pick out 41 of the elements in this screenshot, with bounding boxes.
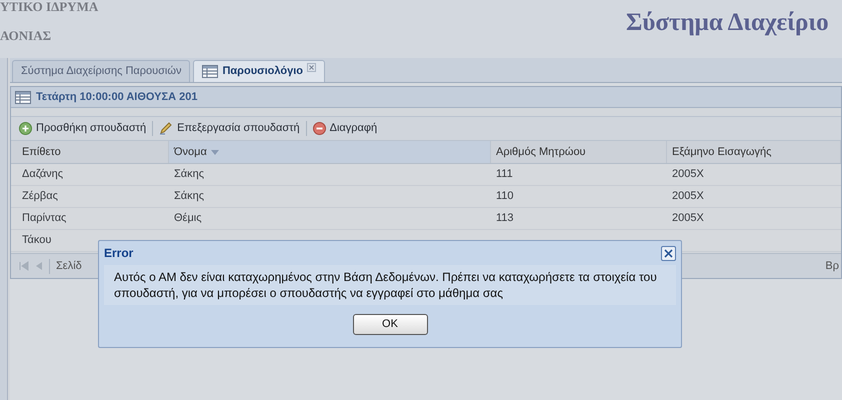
sort-arrow-icon — [210, 150, 219, 154]
minus-icon — [312, 122, 326, 135]
table-cell-text: Ζέρβας — [21, 189, 59, 204]
table-cell-text: 111 — [495, 167, 514, 182]
organization-name: ΑΟΝΙΑΣ — [0, 27, 52, 45]
previous-page-button[interactable] — [35, 261, 43, 271]
tab[interactable]: Παρουσιολόγιο — [193, 60, 325, 82]
table-cell-text: Σάκης — [173, 167, 206, 182]
table-cell-text: 2005Χ — [671, 189, 705, 204]
close-icon[interactable] — [307, 63, 316, 72]
toolbar-button[interactable]: Διαγραφή — [310, 120, 380, 137]
ok-button[interactable]: OK — [352, 314, 428, 335]
dialog-title: Error — [104, 245, 134, 262]
table-cell-text: Δαζάνης — [21, 167, 64, 182]
table-cell-text: Σάκης — [173, 189, 206, 204]
table-cell-text: Τάκου — [21, 233, 52, 248]
page-label: Σελίδ — [56, 258, 82, 274]
table-cell-text: 110 — [495, 189, 515, 204]
table-cell-text: 2005Χ — [671, 211, 705, 226]
close-button[interactable] — [661, 246, 676, 260]
organization-name: ΥΤΙΚΟ ΙΔΡΥΜΑ — [0, 0, 98, 16]
column-header[interactable]: Αριθμός Μητρώου — [491, 141, 667, 163]
column-header[interactable]: Όνομα — [169, 141, 491, 163]
column-header[interactable]: Εξάμηνο Εισαγωγής — [667, 141, 841, 163]
toolbar-button[interactable]: Επεξεργασία σπουδαστή — [157, 120, 302, 137]
table-cell-text: 2005Χ — [671, 167, 705, 182]
system-title: Σύστημα Διαχείριο — [626, 8, 829, 38]
close-icon — [664, 248, 673, 258]
plus-icon — [19, 122, 32, 135]
tab[interactable]: Σύστημα Διαχείρισης Παρουσιών — [12, 60, 190, 82]
table-cell-text: Θέμις — [173, 211, 203, 226]
pencil-icon — [159, 122, 174, 135]
table-cell-text: 113 — [495, 211, 515, 226]
toolbar-button[interactable]: Προσθήκη σπουδαστή — [17, 120, 148, 137]
first-page-button[interactable] — [19, 261, 29, 271]
error-message: Αυτός ο ΑΜ δεν είναι καταχωρημένος στην Βάση Δεδομένων. Πρέπει να καταχωρήσετε τα στοιχεία του σπουδαστή, για να μπορέσει ο σπουδαστής να εγγραφεί στο μάθημα σας — [114, 269, 658, 301]
table-icon — [15, 90, 31, 104]
table-cell-text: Παρίντας — [21, 211, 68, 226]
panel-title: Τετάρτη 10:00:00 ΑΙΘΟΥΣΑ 201 — [36, 90, 198, 105]
table-icon — [202, 65, 218, 78]
paging-info: Βρ — [825, 258, 839, 274]
